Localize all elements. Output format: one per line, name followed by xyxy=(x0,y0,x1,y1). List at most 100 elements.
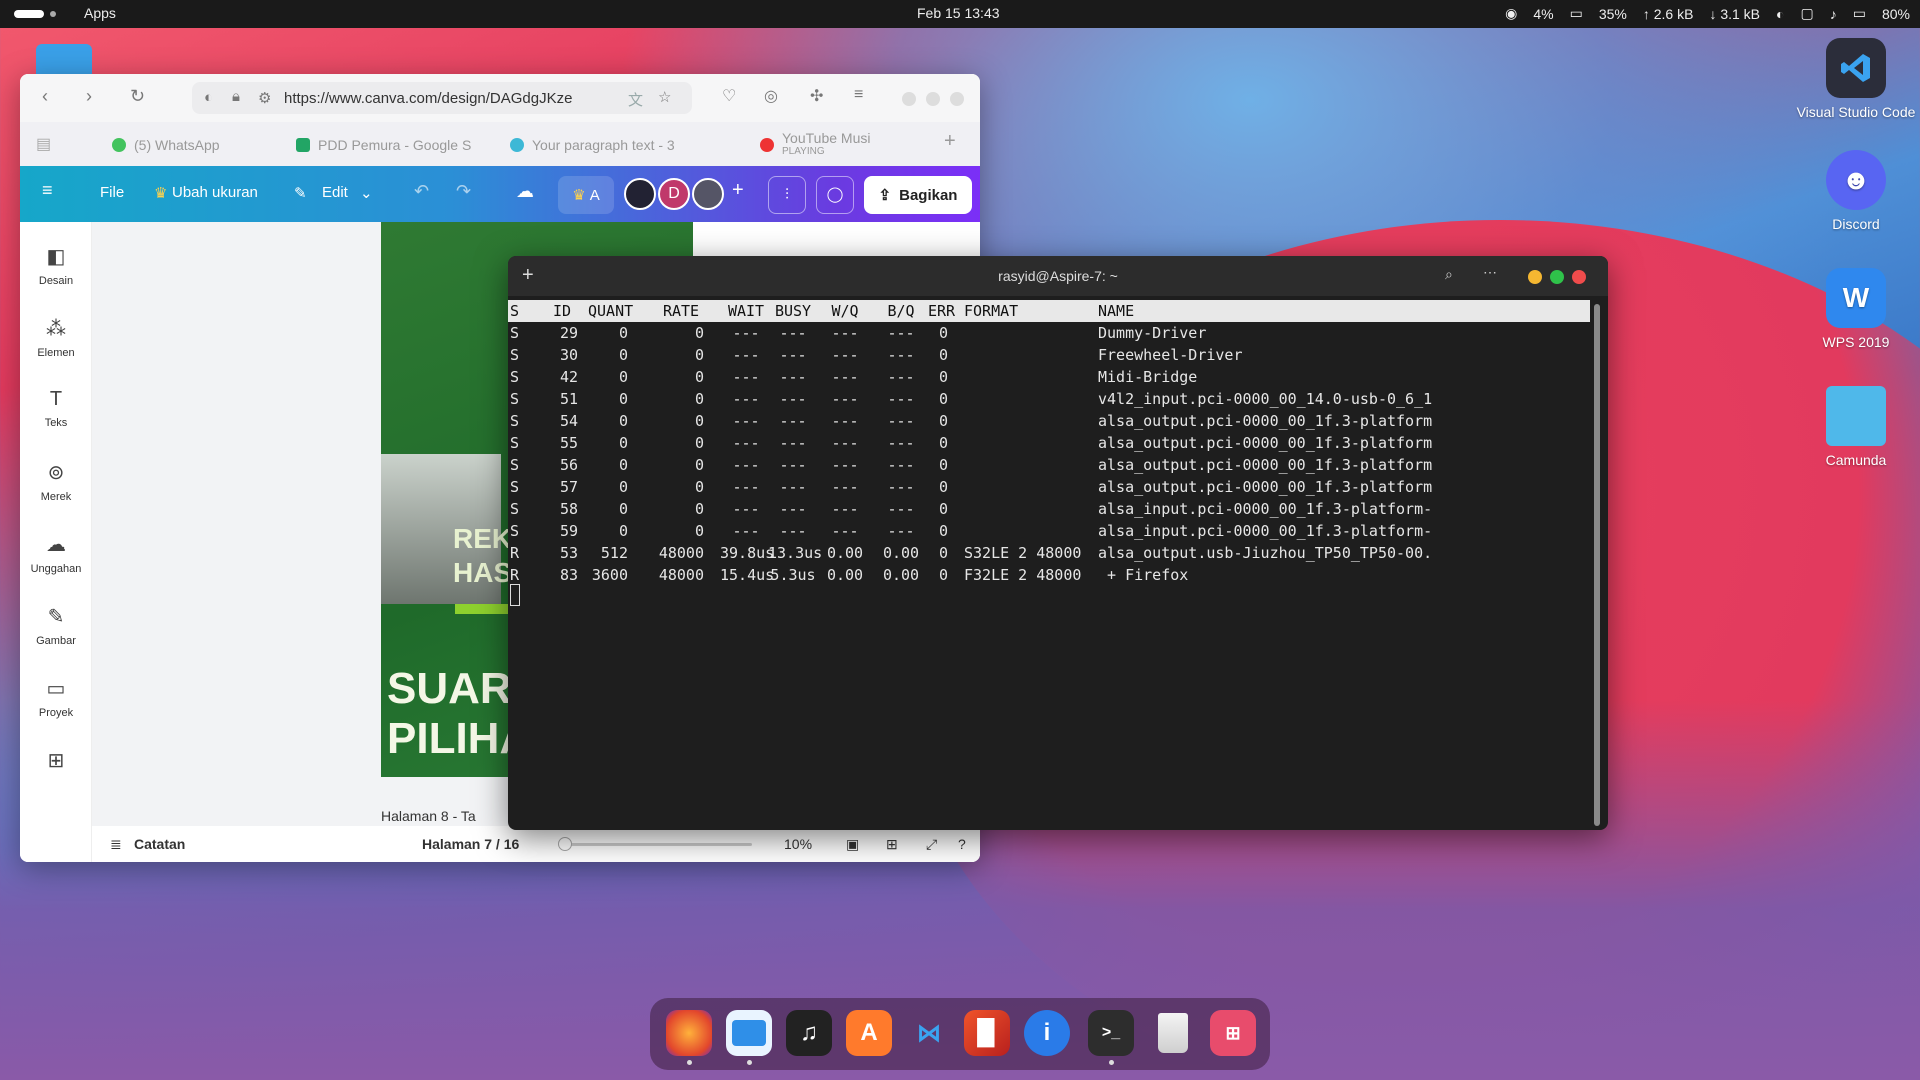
appstore-icon[interactable]: A xyxy=(846,1010,892,1056)
workspace-indicator[interactable] xyxy=(14,10,44,18)
lock-icon[interactable]: 🔒︎ xyxy=(232,88,240,105)
firefox-icon[interactable] xyxy=(666,1010,712,1056)
sidebar-item-text[interactable]: T Teks xyxy=(20,388,92,429)
reload-icon[interactable]: ↻ xyxy=(130,86,145,107)
office-icon[interactable]: ▉ xyxy=(964,1010,1010,1056)
grid-view-icon[interactable]: ⊞ xyxy=(886,836,898,853)
trash-icon[interactable] xyxy=(1150,1010,1196,1056)
page-view-icon[interactable]: ▣ xyxy=(846,836,859,853)
apps-menu[interactable]: Apps xyxy=(84,5,116,21)
page-indicator[interactable]: Halaman 7 / 16 xyxy=(422,836,519,852)
sidebar-item-uploads[interactable]: ☁ Unggahan xyxy=(20,532,92,575)
chevron-down-icon[interactable]: ⌄ xyxy=(360,184,373,202)
launcher-icon[interactable]: ⊞ xyxy=(1210,1010,1256,1056)
tab-youtube-music[interactable]: YouTube Musi PLAYING xyxy=(760,130,900,160)
terminal-cursor xyxy=(510,584,520,606)
redo-icon[interactable]: ↷ xyxy=(456,181,471,202)
sidebar-item-apps[interactable]: ⊞ xyxy=(20,748,92,779)
battery-icon[interactable]: ▭ xyxy=(1853,5,1866,22)
terminal-titlebar[interactable]: + rasyid@Aspire-7: ~ ⌕ ⋯ xyxy=(508,256,1608,296)
system-tray[interactable]: ◉ 4% ▭ 35% ↑ 2.6 kB ↓ 3.1 kB ◐ ▢ ♪ ▭ 80% xyxy=(1505,5,1910,22)
account-icon[interactable]: ◎ xyxy=(764,86,778,106)
minimize-button[interactable] xyxy=(902,92,916,106)
fullscreen-icon[interactable]: ⤢ xyxy=(926,836,937,853)
shield-icon[interactable]: ◐ xyxy=(204,89,213,106)
files-icon[interactable] xyxy=(726,1010,772,1056)
sidebar-item-design[interactable]: ◧ Desain xyxy=(20,244,92,287)
sidebar-item-draw[interactable]: ✎ Gambar xyxy=(20,604,92,647)
url-text[interactable]: https://www.canva.com/design/DAGdgJKze xyxy=(284,90,594,107)
permissions-icon[interactable]: ⚙ xyxy=(258,89,271,107)
page-label[interactable]: Halaman 8 - Ta xyxy=(381,808,476,824)
avatar-d[interactable]: D xyxy=(658,178,690,210)
tab-whatsapp[interactable]: (5) WhatsApp xyxy=(112,130,282,160)
maximize-button[interactable] xyxy=(1550,270,1564,284)
close-button[interactable] xyxy=(950,92,964,106)
vscode-icon[interactable]: ⋈ xyxy=(906,1010,952,1056)
scrollbar[interactable] xyxy=(1594,304,1600,826)
resize-button[interactable]: Ubah ukuran xyxy=(172,184,258,201)
share-button[interactable]: ⇪ Bagikan xyxy=(864,176,972,214)
cloud-save-icon[interactable]: ☁ xyxy=(516,181,534,202)
zoom-slider-knob[interactable] xyxy=(558,837,572,851)
analytics-icon[interactable]: ⫶ xyxy=(768,176,806,214)
tab-canva[interactable]: Your paragraph text - 3 xyxy=(510,130,696,160)
desktop-icon-discord[interactable]: ☻ Discord xyxy=(1796,150,1916,232)
menu-icon[interactable]: ≡ xyxy=(854,86,863,104)
bookmark-star-icon[interactable]: ☆ xyxy=(658,88,671,106)
network-icon[interactable]: ◐ xyxy=(1776,6,1784,22)
minimize-button[interactable] xyxy=(1528,270,1542,284)
notes-button[interactable]: Catatan xyxy=(134,836,185,852)
undo-icon[interactable]: ↶ xyxy=(414,181,429,202)
vscode-icon xyxy=(1826,38,1886,98)
forward-icon[interactable]: › xyxy=(86,86,92,107)
clock[interactable]: Feb 15 13:43 xyxy=(917,5,1000,21)
desktop-icon-camunda[interactable]: Camunda xyxy=(1796,386,1916,468)
terminal-cell: 13.3us xyxy=(768,544,823,562)
back-icon[interactable]: ‹ xyxy=(42,86,48,107)
avatar[interactable] xyxy=(692,178,724,210)
extensions-icon[interactable]: ✣ xyxy=(810,86,823,106)
zoom-slider[interactable] xyxy=(558,837,752,851)
hamburger-menu-icon[interactable]: ≡ xyxy=(42,180,53,201)
search-icon[interactable]: ⌕ xyxy=(1445,266,1453,283)
draw-icon: ✎ xyxy=(47,606,65,628)
add-collaborator-icon[interactable]: + xyxy=(732,179,744,202)
workspace-dot[interactable] xyxy=(50,11,56,17)
edit-menu[interactable]: Edit xyxy=(322,184,348,201)
terminal-icon[interactable]: >_ xyxy=(1088,1010,1134,1056)
file-menu[interactable]: File xyxy=(100,184,124,201)
comment-icon[interactable]: ◯ xyxy=(816,176,854,214)
whatsapp-icon xyxy=(112,138,126,152)
zoom-level[interactable]: 10% xyxy=(784,836,812,852)
help-icon[interactable]: ? xyxy=(958,836,966,852)
sidebar-item-label: Merek xyxy=(40,491,72,503)
new-tab-icon[interactable]: + xyxy=(944,130,956,153)
volume-icon[interactable]: ♪ xyxy=(1830,6,1837,22)
close-button[interactable] xyxy=(1572,270,1586,284)
tab-google-sheets[interactable]: PDD Pemura - Google S xyxy=(296,130,476,160)
pro-badge-button[interactable]: ♛ A xyxy=(558,176,614,214)
desktop-icon-vscode[interactable]: Visual Studio Code xyxy=(1796,38,1916,120)
terminal-row: S 59 0 0 --- --- --- --- 0 alsa_input.pci-0000_00… xyxy=(508,520,1590,542)
avatar[interactable] xyxy=(624,178,656,210)
sidebar-item-elements[interactable]: ⁂ Elemen xyxy=(20,316,92,359)
maximize-button[interactable] xyxy=(926,92,940,106)
url-bar[interactable]: ◐ 🔒︎ ⚙ https://www.canva.com/design/DAGd… xyxy=(192,82,692,114)
translate-icon[interactable]: 文 xyxy=(628,89,643,110)
terminal-cell: --- xyxy=(779,522,807,540)
music-icon[interactable]: ♫ xyxy=(786,1010,832,1056)
desktop-icon-wps[interactable]: W WPS 2019 xyxy=(1796,268,1916,350)
notification-icon[interactable]: ▢ xyxy=(1801,5,1814,22)
home-folder-icon[interactable] xyxy=(36,44,92,74)
sidebar-item-brand[interactable]: ⊚ Merek xyxy=(20,460,92,503)
info-icon[interactable]: i xyxy=(1024,1010,1070,1056)
memory-icon: ▭ xyxy=(1569,5,1583,21)
terminal-cell: RATE xyxy=(662,302,700,320)
tab-list-icon[interactable]: ▤ xyxy=(36,134,51,154)
sidebar-item-projects[interactable]: ▭ Proyek xyxy=(20,676,92,719)
pocket-icon[interactable]: ♡ xyxy=(722,86,736,106)
terminal-output[interactable]: S ID QUANT RATE WAIT BUSY W/Q B/Q ERR FORMAT NAME S… xyxy=(508,300,1590,586)
terminal-window[interactable]: + rasyid@Aspire-7: ~ ⌕ ⋯ S ID QUANT RATE WAI… xyxy=(508,256,1608,830)
more-options-icon[interactable]: ⋯ xyxy=(1483,264,1497,281)
